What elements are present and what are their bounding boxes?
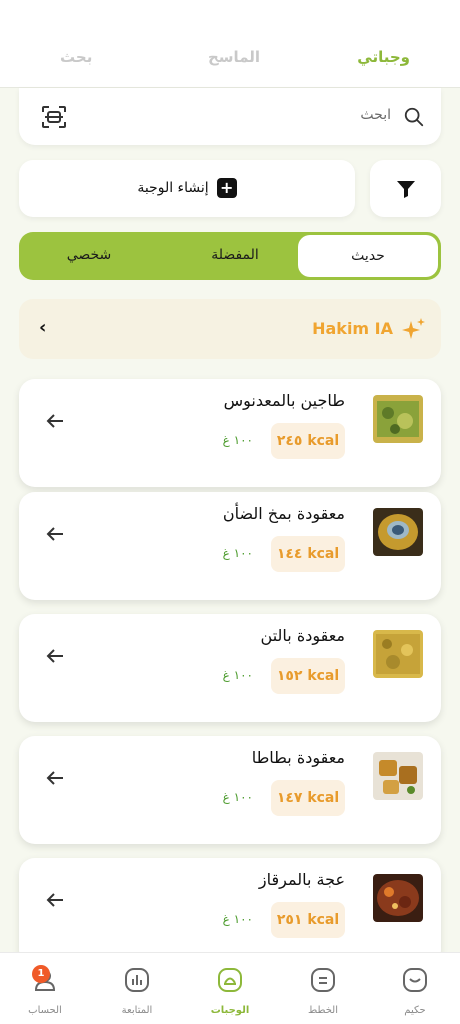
segment-recent[interactable]: حديث (298, 235, 438, 277)
meal-name: معقودة بمخ الضأن (222, 504, 345, 523)
segment-favorites[interactable]: المفضلة (165, 232, 305, 280)
nav-plans-label: الخطط (308, 1005, 338, 1016)
meal-name: عجة بالمرقاز (258, 870, 345, 889)
sparkle-icon (402, 318, 425, 339)
kcal-badge: ١٥٢ kcal (271, 658, 345, 694)
meal-dish-icon (218, 968, 242, 992)
meal-card[interactable]: معقودة بالتن ١٥٢ kcal ١٠٠ غ (19, 614, 441, 722)
barcode-scan-icon[interactable] (41, 105, 67, 129)
top-tab-bar: وجباتي الماسح بحث (0, 0, 460, 88)
meal-image (373, 508, 423, 556)
kcal-badge: ١٤٤ kcal (271, 536, 345, 572)
meal-card[interactable]: طاجين بالمعدنوس ٢٤٥ kcal ١٠٠ غ (19, 379, 441, 487)
bar-chart-icon (125, 968, 149, 992)
nav-meals[interactable]: الوجبات (195, 967, 265, 1016)
bottom-navigation: حكيم الخطط الوجبات المتابعة 1 الحساب (0, 952, 460, 1024)
filter-button[interactable] (370, 160, 441, 217)
portion-grams: ١٠٠ غ (222, 790, 253, 804)
arrow-left-icon[interactable] (45, 890, 65, 910)
arrow-left-icon[interactable] (45, 411, 65, 431)
arrow-left-icon[interactable] (45, 646, 65, 666)
segment-personal[interactable]: شخصي (19, 232, 159, 280)
create-meal-label: إنشاء الوجبة (137, 180, 209, 196)
kcal-badge: ٢٤٥ kcal (271, 423, 345, 459)
meal-image (373, 752, 423, 800)
portion-grams: ١٠٠ غ (222, 433, 253, 447)
chat-smile-icon (403, 968, 427, 992)
tab-scanner[interactable]: الماسح (208, 48, 260, 66)
plus-icon: + (216, 178, 237, 198)
tab-my-meals[interactable]: وجباتي (357, 48, 410, 66)
search-icon (404, 107, 424, 127)
plan-list-icon (311, 968, 335, 992)
portion-grams: ١٠٠ غ (222, 912, 253, 926)
create-meal-button[interactable]: + إنشاء الوجبة (19, 160, 355, 217)
meal-card[interactable]: عجة بالمرقاز ٢٥١ kcal ١٠٠ غ (19, 858, 441, 966)
hakim-ai-banner[interactable]: Hakim IA › (19, 299, 441, 359)
nav-hakim-label: حكيم (404, 1005, 426, 1016)
portion-grams: ١٠٠ غ (222, 668, 253, 682)
meal-card[interactable]: معقودة بمخ الضأن ١٤٤ kcal ١٠٠ غ (19, 492, 441, 600)
meal-image (373, 395, 423, 443)
nav-hakim[interactable]: حكيم (380, 967, 450, 1016)
meal-name: معقودة بطاطا (251, 748, 345, 767)
meal-image (373, 874, 423, 922)
kcal-badge: ٢٥١ kcal (271, 902, 345, 938)
meal-name: طاجين بالمعدنوس (223, 391, 345, 410)
nav-tracking[interactable]: المتابعة (102, 967, 172, 1016)
nav-plans[interactable]: الخطط (288, 967, 358, 1016)
meal-card[interactable]: معقودة بطاطا ١٤٧ kcal ١٠٠ غ (19, 736, 441, 844)
meal-filter-segmented-control: حديث المفضلة شخصي (19, 232, 441, 280)
nav-account-label: الحساب (28, 1005, 62, 1016)
hakim-title: Hakim IA (312, 319, 393, 338)
nav-account[interactable]: 1 الحساب (10, 965, 80, 1016)
meal-name: معقودة بالتن (260, 626, 345, 645)
notification-badge: 1 (32, 965, 50, 983)
search-input[interactable]: ابحث (19, 88, 441, 145)
arrow-left-icon[interactable] (45, 524, 65, 544)
kcal-badge: ١٤٧ kcal (271, 780, 345, 816)
nav-tracking-label: المتابعة (121, 1005, 153, 1016)
chevron-right-icon: › (39, 317, 47, 338)
nav-meals-label: الوجبات (210, 1005, 250, 1016)
portion-grams: ١٠٠ غ (222, 546, 253, 560)
filter-icon (397, 181, 415, 198)
search-placeholder: ابحث (360, 107, 391, 123)
tab-search[interactable]: بحث (60, 48, 92, 66)
meal-image (373, 630, 423, 678)
arrow-left-icon[interactable] (45, 768, 65, 788)
